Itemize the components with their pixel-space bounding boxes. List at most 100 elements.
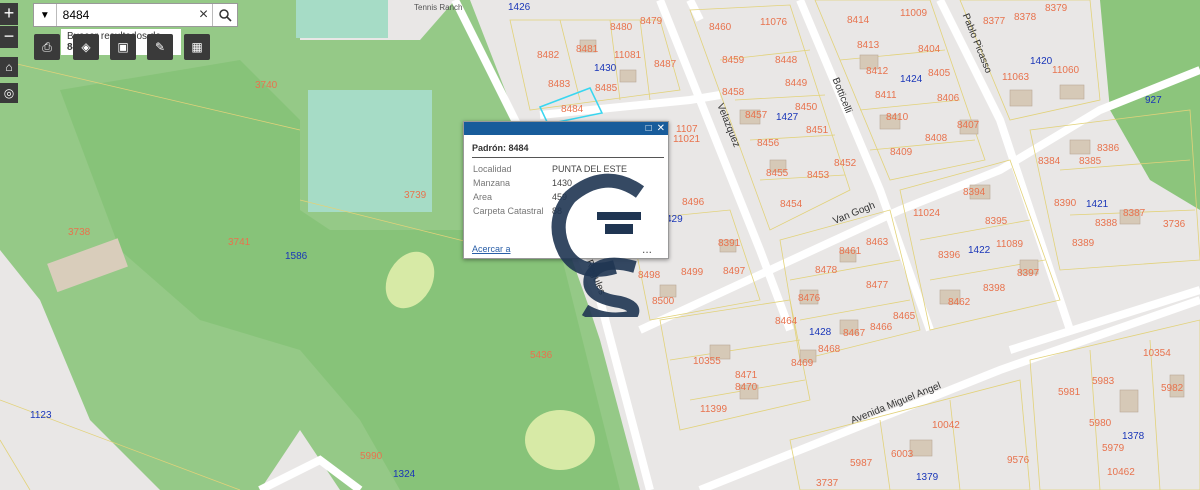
parcel-label: 10462 <box>1107 467 1135 478</box>
zoom-to-link[interactable]: Acercar a <box>472 244 511 254</box>
field-key: Area <box>473 192 493 202</box>
parcel-label: 8413 <box>857 40 880 51</box>
parcel-label: 6003 <box>891 449 914 460</box>
parcel-label: 10042 <box>932 420 960 431</box>
sports-field <box>296 0 388 38</box>
parcel-label: 8465 <box>893 311 916 322</box>
block-label: 1427 <box>776 112 799 123</box>
maximize-icon[interactable]: □ <box>646 123 652 134</box>
parcel-label: 8484 <box>561 104 584 115</box>
parcel-label: 8481 <box>576 44 599 55</box>
parcel-label: 3741 <box>228 237 251 248</box>
parcel-label: 8464 <box>775 316 798 327</box>
block-label: 1379 <box>916 472 939 483</box>
parcel-label: 8457 <box>745 110 768 121</box>
field-key: Localidad <box>473 164 512 174</box>
parcel-label: 8387 <box>1123 208 1146 219</box>
parcel-label: 8414 <box>847 15 870 26</box>
parcel-label: 5436 <box>530 350 553 361</box>
parcel-label: 8476 <box>798 293 821 304</box>
parcel-label: 11063 <box>1002 72 1030 83</box>
search-button[interactable] <box>212 4 237 26</box>
parcel-label: 8455 <box>766 168 789 179</box>
popup-title: Padrón: 8484 <box>472 143 664 158</box>
clear-icon[interactable]: × <box>195 6 213 24</box>
print-icon[interactable]: ⎙ <box>34 34 60 60</box>
map-view[interactable]: Tennis Ranch Velazquez Botticelli Pablo … <box>0 0 1200 490</box>
parcel-label: 3738 <box>68 227 91 238</box>
search-input[interactable] <box>56 4 195 26</box>
zoom-in-button[interactable]: + <box>0 3 18 25</box>
parcel-label: 5980 <box>1089 418 1112 429</box>
parcel-label: 8496 <box>682 197 705 208</box>
block-label: 1428 <box>809 327 832 338</box>
parcel-label: 8450 <box>795 102 818 113</box>
parcel-label: 8406 <box>937 93 960 104</box>
layers-icon[interactable]: ◈ <box>73 34 99 60</box>
block-label: 1426 <box>508 2 531 13</box>
parcel-label: 9576 <box>1007 455 1030 466</box>
grid-icon[interactable]: ▦ <box>184 34 210 60</box>
watermark-logo <box>551 173 645 317</box>
parcel-label: 8451 <box>806 125 829 136</box>
block-label: 1424 <box>900 74 923 85</box>
parcel-label: 8453 <box>807 170 830 181</box>
close-icon[interactable]: ✕ <box>657 123 665 134</box>
parcel-label: 8471 <box>735 370 758 381</box>
measure-icon[interactable]: ✎ <box>147 34 173 60</box>
parcel-label: 8485 <box>595 83 618 94</box>
parcel-label: 5990 <box>360 451 383 462</box>
parcel-label: 8482 <box>537 50 560 61</box>
parcel-label: 8405 <box>928 68 951 79</box>
zoom-out-button[interactable]: − <box>0 26 18 48</box>
parcel-label: 5979 <box>1102 443 1125 454</box>
parcel-label: 8466 <box>870 322 893 333</box>
parcel-label: 8377 <box>983 16 1006 27</box>
field-key: Carpeta Catastral <box>473 206 544 216</box>
parcel-label: 8456 <box>757 138 780 149</box>
search-box[interactable]: ▼ × <box>33 3 238 27</box>
parcel-label: 3736 <box>1163 219 1186 230</box>
parcel-label: 8499 <box>681 267 704 278</box>
parcel-label: 8463 <box>866 237 889 248</box>
parcel-label: 8462 <box>948 297 971 308</box>
block-label: 1421 <box>1086 199 1109 210</box>
parcel-label: 8467 <box>843 328 866 339</box>
parcel-label: 11399 <box>700 404 728 415</box>
parcel-label: 8460 <box>709 22 732 33</box>
parcel-label: 8458 <box>722 87 745 98</box>
parcel-label: 8410 <box>886 112 909 123</box>
parcel-label: 11021 <box>673 134 701 145</box>
parcel-label: 8386 <box>1097 143 1120 154</box>
parcel-label: 11076 <box>760 17 788 28</box>
parcel-label: 8478 <box>815 265 838 276</box>
locate-icon[interactable]: ◎ <box>0 83 18 103</box>
parcel-label: 8454 <box>780 199 803 210</box>
parcel-label: 8384 <box>1038 156 1061 167</box>
parcel-label: 8480 <box>610 22 633 33</box>
parcel-label: 11024 <box>913 208 941 219</box>
parcel-label: 8459 <box>722 55 745 66</box>
parcel-label: 8409 <box>890 147 913 158</box>
parcel-label: 8461 <box>839 246 862 257</box>
parcel-label: 10354 <box>1143 348 1171 359</box>
parcel-label: 3737 <box>816 478 839 489</box>
basemap-icon[interactable]: ▣ <box>110 34 136 60</box>
parcel-label: 8448 <box>775 55 798 66</box>
parcel-label: 11009 <box>900 8 928 19</box>
search-source-dropdown[interactable]: ▼ <box>34 4 57 26</box>
block-label: 1422 <box>968 245 991 256</box>
parcel-label: 8389 <box>1072 238 1095 249</box>
block-label: 1586 <box>285 251 308 262</box>
parcel-label: 8477 <box>866 280 889 291</box>
parcel-label: 8469 <box>791 358 814 369</box>
parcel-label: 8404 <box>918 44 941 55</box>
parcel-label: 3740 <box>255 80 278 91</box>
home-icon[interactable]: ⌂ <box>0 57 18 77</box>
parcel-label: 5981 <box>1058 387 1081 398</box>
parcel-label: 8479 <box>640 16 663 27</box>
parcel-label: 8378 <box>1014 12 1037 23</box>
block-label: 1123 <box>30 410 52 421</box>
parcel-label: 8385 <box>1079 156 1102 167</box>
parcel-label: 8452 <box>834 158 857 169</box>
